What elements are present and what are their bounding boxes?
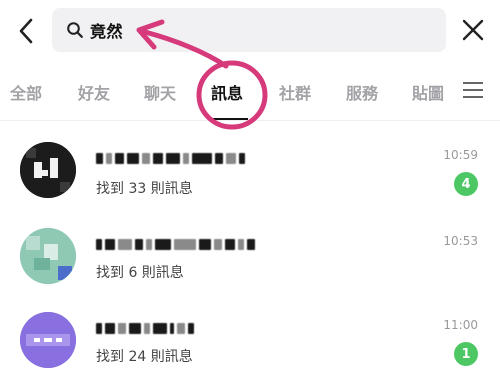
close-icon: [462, 19, 484, 41]
hamburger-menu-icon[interactable]: [462, 80, 484, 100]
match-count: 找到 6 則訊息: [96, 265, 184, 281]
contact-name-redacted: [96, 320, 194, 336]
chevron-left-icon: [19, 18, 33, 44]
timestamp: 11:00: [443, 318, 478, 332]
contact-name-redacted: [96, 150, 245, 166]
timestamp: 10:59: [443, 148, 478, 162]
match-count: 找到 33 則訊息: [96, 181, 193, 197]
tab-all[interactable]: 全部: [10, 80, 42, 104]
tab-communities[interactable]: 社群: [279, 80, 311, 104]
tab-friends[interactable]: 好友: [78, 80, 110, 104]
list-item[interactable]: 找到 6 則訊息 10:53: [0, 216, 500, 300]
search-input[interactable]: 竟然: [52, 8, 446, 52]
search-icon: [66, 21, 84, 39]
avatar: [20, 142, 76, 198]
tab-chats[interactable]: 聊天: [144, 80, 176, 104]
avatar: [20, 228, 76, 284]
search-query: 竟然: [90, 22, 124, 41]
tab-messages[interactable]: 訊息: [211, 80, 243, 104]
unread-badge: 4: [454, 172, 478, 196]
tabs-divider: [0, 120, 500, 121]
tab-stickers[interactable]: 貼圖: [412, 80, 444, 104]
list-item[interactable]: 找到 33 則訊息 10:59 4: [0, 130, 500, 214]
timestamp: 10:53: [443, 234, 478, 248]
close-button[interactable]: [457, 14, 489, 46]
unread-badge: 1: [454, 342, 478, 366]
back-button[interactable]: [12, 14, 40, 48]
top-bar: 竟然: [0, 0, 500, 62]
match-count: 找到 24 則訊息: [96, 349, 193, 365]
avatar: [20, 312, 76, 368]
category-tabs: 全部 好友 聊天 訊息 社群 服務 貼圖: [0, 64, 500, 120]
list-item[interactable]: 找到 24 則訊息 11:00 1: [0, 302, 500, 375]
contact-name-redacted: [96, 236, 255, 252]
tab-services[interactable]: 服務: [346, 80, 378, 104]
